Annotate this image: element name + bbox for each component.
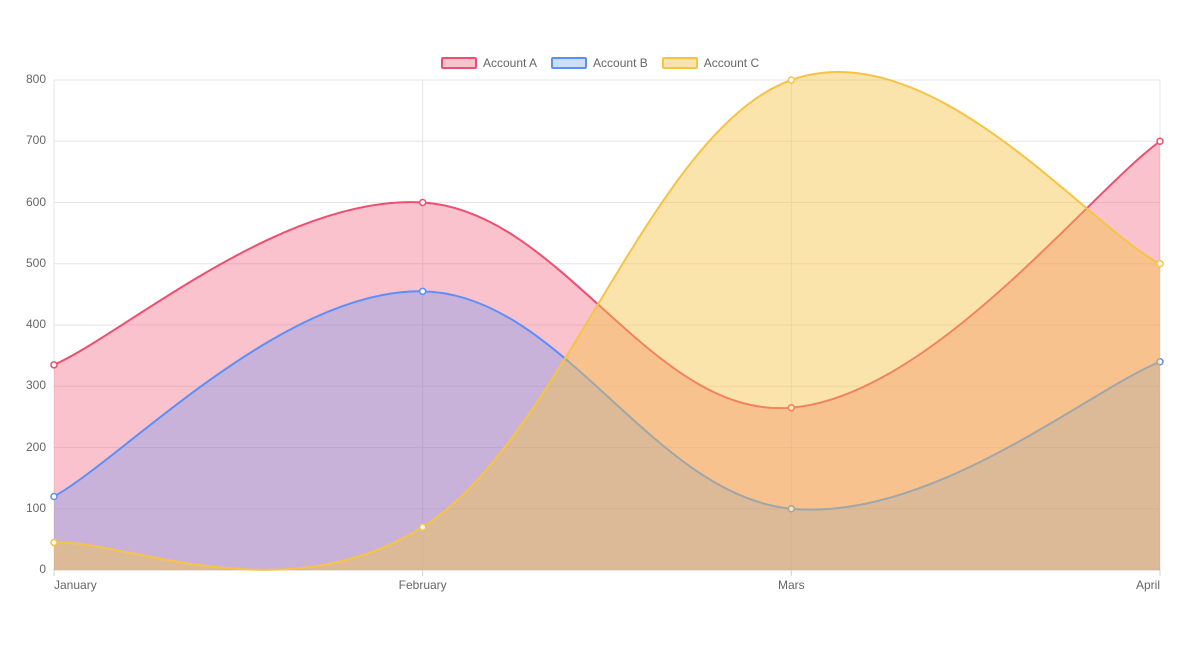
data-point bbox=[51, 362, 57, 368]
data-point bbox=[420, 524, 426, 530]
y-tick-label: 700 bbox=[26, 133, 46, 147]
x-tick-label: April bbox=[1130, 578, 1160, 592]
legend-swatch bbox=[551, 57, 587, 69]
data-point bbox=[788, 77, 794, 83]
x-tick-label: February bbox=[393, 578, 453, 592]
legend-item[interactable]: Account A bbox=[441, 56, 537, 70]
legend-item[interactable]: Account C bbox=[662, 56, 759, 70]
data-point bbox=[1157, 261, 1163, 267]
data-point bbox=[420, 288, 426, 294]
y-tick-label: 0 bbox=[39, 562, 46, 576]
data-point bbox=[1157, 138, 1163, 144]
y-tick-label: 600 bbox=[26, 195, 46, 209]
y-tick-label: 400 bbox=[26, 317, 46, 331]
legend-label: Account B bbox=[593, 56, 648, 70]
legend-label: Account A bbox=[483, 56, 537, 70]
data-point bbox=[51, 494, 57, 500]
area-chart: Account A Account B Account C 0 100 200 300 40… bbox=[0, 0, 1200, 651]
y-tick-label: 800 bbox=[26, 72, 46, 86]
x-tick-label: January bbox=[54, 578, 97, 592]
y-tick-label: 300 bbox=[26, 378, 46, 392]
y-tick-label: 500 bbox=[26, 256, 46, 270]
legend-swatch bbox=[441, 57, 477, 69]
data-point bbox=[420, 200, 426, 206]
y-tick-label: 100 bbox=[26, 501, 46, 515]
x-tick-label: Mars bbox=[761, 578, 821, 592]
chart-svg bbox=[0, 0, 1200, 651]
legend-swatch bbox=[662, 57, 698, 69]
legend-label: Account C bbox=[704, 56, 759, 70]
legend-item[interactable]: Account B bbox=[551, 56, 648, 70]
legend: Account A Account B Account C bbox=[441, 56, 759, 70]
y-tick-label: 200 bbox=[26, 440, 46, 454]
data-point bbox=[51, 539, 57, 545]
